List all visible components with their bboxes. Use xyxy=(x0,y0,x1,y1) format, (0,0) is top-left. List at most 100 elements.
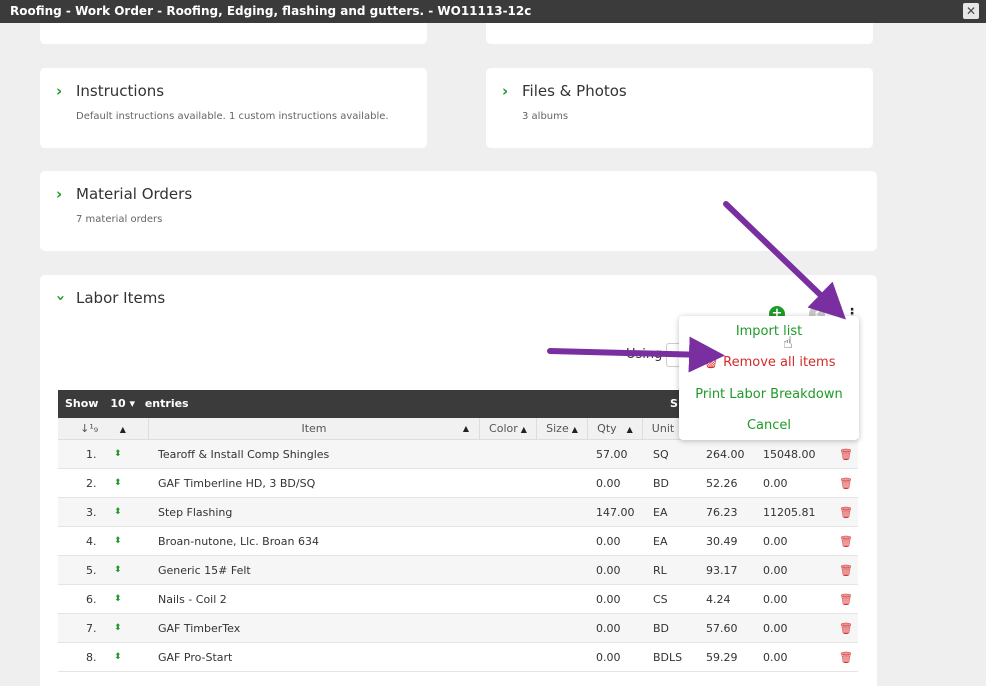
instructions-title: Instructions xyxy=(76,82,165,100)
close-icon[interactable]: ✕ xyxy=(963,3,979,19)
trash-icon[interactable]: 🗑 xyxy=(839,643,853,672)
drag-handle-icon[interactable]: ⬍ xyxy=(114,440,122,469)
trash-icon[interactable]: 🗑 xyxy=(839,614,853,643)
page-size-select[interactable]: 10 ▾ xyxy=(110,397,135,410)
row-number: 5. xyxy=(86,564,97,577)
trash-icon[interactable]: 🗑 xyxy=(839,527,853,556)
row-qty: 0.00 xyxy=(596,477,621,490)
column-header-unit[interactable]: Unit xyxy=(643,418,683,440)
row-unit: BDLS xyxy=(653,651,683,664)
row-number: 2. xyxy=(86,477,97,490)
row-total: 0.00 xyxy=(763,622,788,635)
table-row[interactable]: 1. ⬍ Tearoff & Install Comp Shingles 57.00 S… xyxy=(58,440,858,469)
row-total: 0.00 xyxy=(763,535,788,548)
row-price: 59.29 xyxy=(706,651,738,664)
column-header-size[interactable]: Size ▲ xyxy=(537,418,588,440)
row-unit: EA xyxy=(653,506,668,519)
chevron-down-icon[interactable]: › xyxy=(52,295,70,301)
row-unit: BD xyxy=(653,622,670,635)
trash-icon[interactable]: 🗑 xyxy=(839,585,853,614)
row-price: 52.26 xyxy=(706,477,738,490)
trash-icon[interactable]: 🗑 xyxy=(839,469,853,498)
drag-handle-icon[interactable]: ⬍ xyxy=(114,498,122,527)
window-titlebar: Roofing - Work Order - Roofing, Edging, … xyxy=(0,0,986,23)
row-item: GAF TimberTex xyxy=(158,622,241,635)
row-total: 15048.00 xyxy=(763,448,816,461)
instructions-card[interactable]: › Instructions Default instructions avai… xyxy=(40,68,427,148)
row-price: 4.24 xyxy=(706,593,731,606)
import-list-item[interactable]: Import list xyxy=(679,324,859,339)
drag-handle-icon[interactable]: ⬍ xyxy=(114,585,122,614)
table-row[interactable]: 5. ⬍ Generic 15# Felt 0.00 RL 93.17 0.00 🗑 xyxy=(58,556,858,585)
row-unit: SQ xyxy=(653,448,669,461)
column-header-color[interactable]: Color ▲ xyxy=(480,418,537,440)
row-unit: EA xyxy=(653,535,668,548)
row-price: 76.23 xyxy=(706,506,738,519)
row-item: Broan-nutone, Llc. Broan 634 xyxy=(158,535,319,548)
instructions-subtitle: Default instructions available. 1 custom… xyxy=(76,111,389,122)
labor-items-title: Labor Items xyxy=(76,289,166,307)
row-number: 6. xyxy=(86,593,97,606)
card-top-left xyxy=(40,23,427,44)
row-qty: 0.00 xyxy=(596,622,621,635)
table-row[interactable]: 8. ⬍ GAF Pro-Start 0.00 BDLS 59.29 0.00 🗑 xyxy=(58,643,858,672)
row-qty: 0.00 xyxy=(596,564,621,577)
column-header-qty[interactable]: Qty ▲ xyxy=(588,418,643,440)
column-header-item[interactable]: Item ▲ xyxy=(149,418,480,440)
files-photos-card[interactable]: › Files & Photos 3 albums xyxy=(486,68,873,148)
table-row[interactable]: 4. ⬍ Broan-nutone, Llc. Broan 634 0.00 EA 30.… xyxy=(58,527,858,556)
row-qty: 147.00 xyxy=(596,506,635,519)
row-unit: BD xyxy=(653,477,670,490)
chevron-right-icon: › xyxy=(56,185,63,203)
table-body: 1. ⬍ Tearoff & Install Comp Shingles 57.00 S… xyxy=(58,440,858,672)
print-labor-breakdown-item[interactable]: Print Labor Breakdown xyxy=(679,387,859,402)
files-photos-subtitle: 3 albums xyxy=(522,111,569,122)
drag-handle-icon[interactable]: ⬍ xyxy=(114,614,122,643)
card-top-right xyxy=(486,23,873,44)
search-label: S xyxy=(670,397,678,410)
row-item: Generic 15# Felt xyxy=(158,564,251,577)
table-row[interactable]: 2. ⬍ GAF Timberline HD, 3 BD/SQ 0.00 BD 52.26… xyxy=(58,469,858,498)
row-qty: 0.00 xyxy=(596,651,621,664)
row-qty: 0.00 xyxy=(596,535,621,548)
material-orders-card[interactable]: › Material Orders 7 material orders xyxy=(40,171,877,251)
table-row[interactable]: 7. ⬍ GAF TimberTex 0.00 BD 57.60 0.00 🗑 xyxy=(58,614,858,643)
column-header-order[interactable]: ↓¹₉ ▲ xyxy=(58,418,149,440)
trash-icon: 🗑 xyxy=(702,355,719,370)
row-number: 8. xyxy=(86,651,97,664)
row-total: 0.00 xyxy=(763,477,788,490)
row-item: GAF Pro-Start xyxy=(158,651,233,664)
cancel-item[interactable]: Cancel xyxy=(679,418,859,433)
row-item: GAF Timberline HD, 3 BD/SQ xyxy=(158,477,316,490)
row-price: 57.60 xyxy=(706,622,738,635)
drag-handle-icon[interactable]: ⬍ xyxy=(114,469,122,498)
row-number: 4. xyxy=(86,535,97,548)
drag-handle-icon[interactable]: ⬍ xyxy=(114,527,122,556)
table-row[interactable]: 3. ⬍ Step Flashing 147.00 EA 76.23 11205.81 🗑 xyxy=(58,498,858,527)
row-total: 0.00 xyxy=(763,564,788,577)
table-row[interactable]: 6. ⬍ Nails - Coil 2 0.00 CS 4.24 0.00 🗑 xyxy=(58,585,858,614)
row-total: 11205.81 xyxy=(763,506,816,519)
show-label: Show xyxy=(65,397,99,410)
hand-cursor-icon: ☝ xyxy=(783,333,793,352)
drag-handle-icon[interactable]: ⬍ xyxy=(114,556,122,585)
list-actions-menu: Import list 🗑 Remove all items Print Lab… xyxy=(679,316,859,440)
row-unit: RL xyxy=(653,564,667,577)
row-total: 0.00 xyxy=(763,593,788,606)
trash-icon[interactable]: 🗑 xyxy=(839,556,853,585)
row-number: 1. xyxy=(86,448,97,461)
remove-all-items[interactable]: 🗑 Remove all items xyxy=(679,355,859,370)
drag-handle-icon[interactable]: ⬍ xyxy=(114,643,122,672)
chevron-right-icon: › xyxy=(56,82,63,100)
material-orders-subtitle: 7 material orders xyxy=(76,214,163,225)
trash-icon[interactable]: 🗑 xyxy=(839,498,853,527)
trash-icon[interactable]: 🗑 xyxy=(839,440,853,469)
chevron-right-icon: › xyxy=(502,82,509,100)
entries-label: entries xyxy=(144,397,189,410)
row-qty: 57.00 xyxy=(596,448,628,461)
files-photos-title: Files & Photos xyxy=(522,82,627,100)
row-item: Tearoff & Install Comp Shingles xyxy=(158,448,330,461)
material-orders-title: Material Orders xyxy=(76,185,193,203)
row-number: 3. xyxy=(86,506,97,519)
using-label: Using xyxy=(626,347,663,362)
